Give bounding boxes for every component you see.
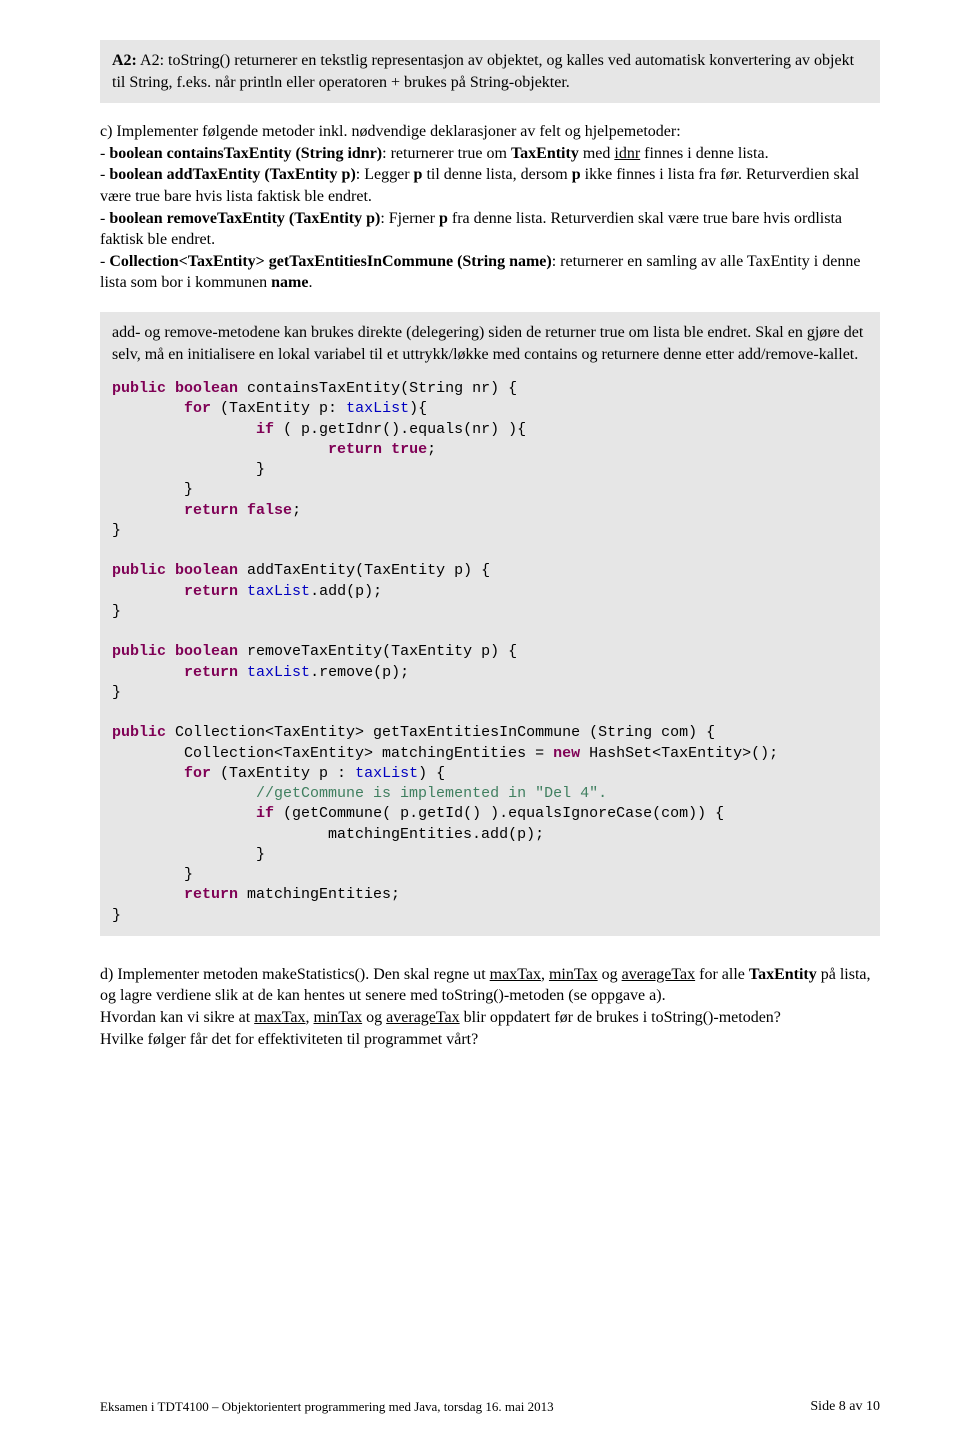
question-d: d) Implementer metoden makeStatistics().… [100,964,880,1050]
answer-box-code: add- og remove-metodene kan brukes direk… [100,312,880,936]
footer-left: Eksamen i TDT4100 – Objektorientert prog… [100,1399,554,1415]
page-footer: Eksamen i TDT4100 – Objektorientert prog… [100,1399,880,1415]
footer-right: Side 8 av 10 [810,1399,880,1415]
question-c: c) Implementer følgende metoder inkl. nø… [100,121,880,294]
code-block: public boolean containsTaxEntity(String … [112,379,868,926]
box1-text: A2: A2: toString() returnerer en tekstli… [112,52,854,91]
document-page: A2: A2: toString() returnerer en tekstli… [0,0,960,1445]
answer-box-a2: A2: A2: toString() returnerer en tekstli… [100,40,880,103]
box2-intro: add- og remove-metodene kan brukes direk… [112,322,868,365]
